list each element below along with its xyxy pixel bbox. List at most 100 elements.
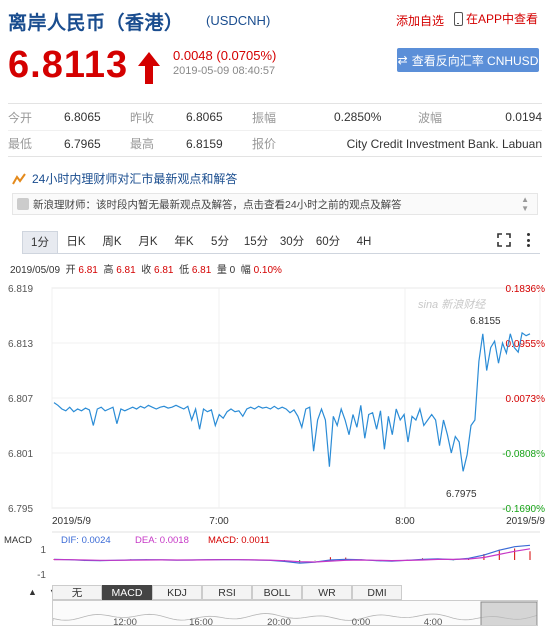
reverse-rate-button[interactable]: ⇄ 查看反向汇率 CNHUSD — [397, 48, 539, 72]
tab-period[interactable]: 1分 — [22, 231, 58, 253]
ohlc-high-label: 高 — [103, 265, 114, 276]
chart-tools — [497, 233, 533, 247]
current-price: 6.8113 — [8, 44, 129, 86]
tab-period[interactable]: 60分 — [310, 231, 346, 253]
timeline-navigator[interactable]: 12:00 16:00 20:00 0:00 4:00 — [52, 600, 538, 626]
ohlc-range-label: 幅 — [240, 265, 251, 276]
ohlc-close: 6.81 — [154, 265, 174, 276]
fullscreen-icon[interactable] — [497, 233, 511, 247]
tab-period[interactable]: 日K — [58, 231, 94, 253]
scroll-arrows-icon[interactable]: ▲ ▼ — [521, 195, 529, 213]
tab-indicator[interactable]: DMI — [352, 585, 402, 600]
tab-indicator[interactable]: 无 — [52, 585, 102, 600]
ohlc-volume: 0 — [229, 265, 236, 276]
ohlc-low-label: 低 — [179, 265, 190, 276]
y-tick-label: 6.795 — [8, 504, 33, 515]
x-tick-label: 7:00 — [209, 516, 229, 527]
ohlc-range: 0.10% — [253, 265, 282, 276]
open-value: 6.8065 — [64, 110, 101, 124]
more-options-icon[interactable] — [523, 233, 533, 247]
ohlc-date: 2019/05/09 — [10, 265, 61, 276]
macd-value-label: MACD: 0.0011 — [208, 535, 270, 546]
x-tick-label: 8:00 — [395, 516, 415, 527]
prev-close-label: 昨收 — [130, 110, 155, 125]
timeline-window — [480, 601, 537, 625]
view-in-app-label: 在APP中查看 — [466, 12, 539, 26]
high-label: 最高 — [130, 137, 155, 151]
trend-icon — [12, 172, 26, 184]
swing-value: 0.0194 — [505, 110, 542, 124]
stats-row: 最低 6.7965 最高 6.8159 报价 City Credit Inves… — [8, 130, 542, 156]
tab-divider — [22, 253, 540, 254]
low-value: 6.7965 — [64, 136, 101, 151]
amplitude-label: 振幅 — [252, 110, 277, 125]
open-label: 今开 — [8, 110, 33, 125]
swing-label: 波幅 — [418, 110, 443, 125]
pct-tick-label: 0.1836% — [506, 284, 546, 295]
y-tick-label: 6.813 — [8, 339, 33, 350]
macd-dea-label: DEA: 0.0018 — [135, 535, 189, 546]
tab-indicator[interactable]: KDJ — [152, 585, 202, 600]
ohlc-open: 6.81 — [78, 265, 98, 276]
pct-tick-label: 0.0955% — [506, 339, 546, 350]
tab-indicator[interactable]: MACD — [102, 585, 152, 600]
y-tick-label: 6.801 — [8, 449, 33, 460]
advisor-avatar — [17, 198, 29, 210]
advisor-title-text: 24小时内理财师对汇市最新观点和解答 — [32, 172, 238, 186]
pct-tick-label: -0.1690% — [502, 504, 545, 515]
prev-close-value: 6.8065 — [186, 110, 223, 124]
quote-source-label: 报价 — [252, 137, 277, 151]
stats-row: 今开 6.8065 昨收 6.8065 振幅 0.2850% 波幅 0.0194 — [8, 104, 542, 130]
price-chart[interactable]: 6.819 6.813 6.807 6.801 6.795 0.1836% 0.0955% 0… — [0, 278, 550, 583]
high-value: 6.8159 — [186, 136, 223, 151]
watermark: sina 新浪财经 — [418, 298, 486, 311]
ohlc-close-label: 收 — [141, 265, 152, 276]
view-in-app-link[interactable]: 在APP中查看 — [454, 10, 538, 27]
add-watchlist-link[interactable]: 添加自选 — [396, 12, 444, 29]
indicator-tabs: 无 MACD KDJ RSI BOLL WR DMI — [52, 585, 402, 600]
tab-indicator[interactable]: WR — [302, 585, 352, 600]
amplitude-value: 0.2850% — [334, 110, 382, 124]
y-tick-label: 6.819 — [8, 284, 33, 295]
macd-y-tick: -1 — [37, 570, 46, 581]
price-line — [53, 331, 531, 472]
reverse-rate-label: 查看反向汇率 CNHUSD — [411, 53, 539, 68]
swap-icon: ⇄ — [397, 53, 408, 67]
timeline-label: 16:00 — [189, 617, 213, 626]
quote-source-value: City Credit Investment Bank. Labuan — [346, 136, 542, 151]
tab-indicator[interactable]: RSI — [202, 585, 252, 600]
macd-dif-label: DIF: 0.0024 — [61, 535, 111, 546]
timeline-label: 12:00 — [113, 617, 137, 626]
timeline-label: 0:00 — [352, 617, 371, 626]
ohlc-summary: 2019/05/09 开 6.81 高 6.81 收 6.81 低 6.81 量… — [10, 261, 282, 276]
x-tick-label: 2019/5/9 — [52, 516, 91, 527]
stats-table: 今开 6.8065 昨收 6.8065 振幅 0.2850% 波幅 0.0194… — [8, 103, 542, 157]
quote-timestamp: 2019-05-09 08:40:57 — [173, 65, 276, 77]
y-tick-label: 6.807 — [8, 394, 33, 405]
tab-period[interactable]: 年K — [166, 231, 202, 253]
pct-tick-label: 0.0073% — [506, 394, 546, 405]
tab-period[interactable]: 4H — [346, 231, 382, 253]
tab-indicator[interactable]: BOLL — [252, 585, 302, 600]
high-annotation: 6.8155 — [470, 316, 501, 327]
instrument-title: 离岸人民币（香港） — [8, 13, 184, 34]
tab-period[interactable]: 15分 — [238, 231, 274, 253]
tab-period[interactable]: 30分 — [274, 231, 310, 253]
ohlc-volume-label: 量 — [216, 265, 227, 276]
advisor-section-title[interactable]: 24小时内理财师对汇市最新观点和解答 — [12, 170, 237, 187]
arrow-up-icon — [138, 52, 160, 84]
ohlc-open-label: 开 — [65, 265, 76, 276]
tab-period[interactable]: 5分 — [202, 231, 238, 253]
instrument-code: (USDCNH) — [206, 13, 271, 28]
tab-period[interactable]: 月K — [130, 231, 166, 253]
macd-label: MACD — [4, 535, 32, 546]
chart-period-tabs: 1分 日K 周K 月K 年K 5分 15分 30分 60分 4H — [22, 231, 382, 253]
scroll-left-icon[interactable]: ▲ — [28, 585, 37, 600]
timeline-label: 20:00 — [267, 617, 291, 626]
x-tick-label: 2019/5/9 — [506, 516, 545, 527]
advisor-message-box[interactable]: 新浪理财师：该时段内暂无最新观点及解答，点击查看24小时之前的观点及解答 ▲ ▼ — [12, 193, 538, 215]
tab-period[interactable]: 周K — [94, 231, 130, 253]
phone-icon — [454, 11, 463, 26]
advisor-message: 新浪理财师：该时段内暂无最新观点及解答，点击查看24小时之前的观点及解答 — [33, 198, 402, 211]
pct-tick-label: -0.0808% — [502, 449, 545, 460]
